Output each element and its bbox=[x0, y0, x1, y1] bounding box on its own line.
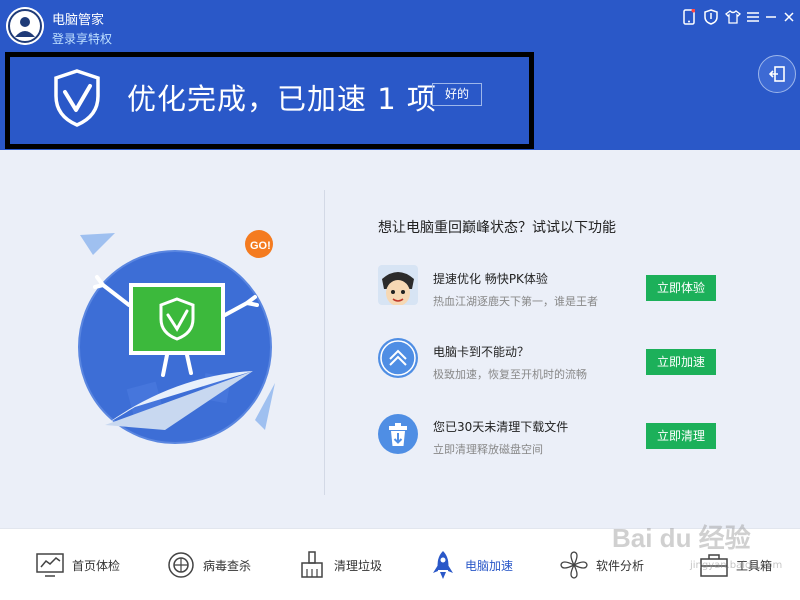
virus-scan-icon bbox=[168, 552, 194, 578]
nav-item-cleanup[interactable]: 清理垃圾 bbox=[296, 549, 382, 581]
speedup-now-button[interactable]: 立即加速 bbox=[646, 349, 716, 375]
promo-subtitle: 热血江湖逐鹿天下第一，谁是王者 bbox=[433, 295, 598, 308]
promo-title: 电脑卡到不能动？ bbox=[433, 345, 530, 359]
promo-subtitle: 立即清理释放磁盘空间 bbox=[433, 443, 543, 456]
avatar[interactable] bbox=[6, 7, 44, 45]
nav-label: 软件分析 bbox=[596, 558, 645, 573]
game-character-icon bbox=[378, 265, 418, 305]
phone-icon[interactable] bbox=[678, 6, 700, 28]
nav-label: 病毒查杀 bbox=[203, 558, 252, 573]
nav-label: 清理垃圾 bbox=[334, 558, 383, 573]
close-icon[interactable] bbox=[778, 6, 800, 28]
clean-now-button[interactable]: 立即清理 bbox=[646, 423, 716, 449]
promo-heading: 想让电脑重回巅峰状态？试试以下功能 bbox=[378, 220, 616, 236]
rocket-icon bbox=[433, 551, 453, 579]
promo-title: 您已30天未清理下载文件 bbox=[433, 420, 569, 434]
promo-title: 提速优化 畅快PK体验 bbox=[433, 272, 548, 286]
shield-icon[interactable] bbox=[700, 6, 722, 28]
nav-item-checkup[interactable]: 首页体检 bbox=[34, 549, 120, 581]
shirt-icon[interactable] bbox=[722, 6, 744, 28]
vertical-divider bbox=[324, 190, 325, 495]
broom-icon bbox=[301, 551, 323, 578]
checkup-icon bbox=[36, 553, 64, 577]
trash-icon bbox=[378, 414, 418, 454]
go-bubble-text: GO! bbox=[250, 240, 271, 252]
result-shield-icon bbox=[52, 68, 102, 128]
speedup-illustration: GO! bbox=[75, 225, 285, 465]
app-title: 电脑管家 bbox=[52, 13, 105, 28]
promo-subtitle: 极致加速，恢复至开机时的流畅 bbox=[433, 368, 587, 381]
try-now-button[interactable]: 立即体验 bbox=[646, 275, 716, 301]
exit-button[interactable] bbox=[758, 55, 796, 93]
watermark: Bai du 经验 bbox=[612, 523, 751, 553]
speedup-icon bbox=[378, 338, 418, 378]
exit-icon bbox=[768, 66, 785, 82]
nav-item-speedup[interactable]: 电脑加速 bbox=[427, 549, 513, 581]
nav-label: 电脑加速 bbox=[465, 558, 514, 573]
main-panel: GO! 想让电脑重回巅峰状态？试试以下功能 提速优化 畅快PK体验 热血江湖逐鹿… bbox=[0, 150, 800, 528]
ok-button[interactable]: 好的 bbox=[432, 83, 482, 106]
header-bar: 电脑管家 登录享特权 优化完成，已加速 1 项 好的 bbox=[0, 0, 800, 150]
login-link[interactable]: 登录享特权 bbox=[52, 30, 112, 47]
result-title: 优化完成，已加速 1 项 bbox=[127, 82, 437, 116]
watermark-url: jingyan.baidu.com bbox=[690, 560, 783, 571]
nav-label: 首页体检 bbox=[72, 558, 121, 573]
fan-icon bbox=[560, 551, 588, 579]
nav-item-virus-scan[interactable]: 病毒查杀 bbox=[165, 549, 251, 581]
